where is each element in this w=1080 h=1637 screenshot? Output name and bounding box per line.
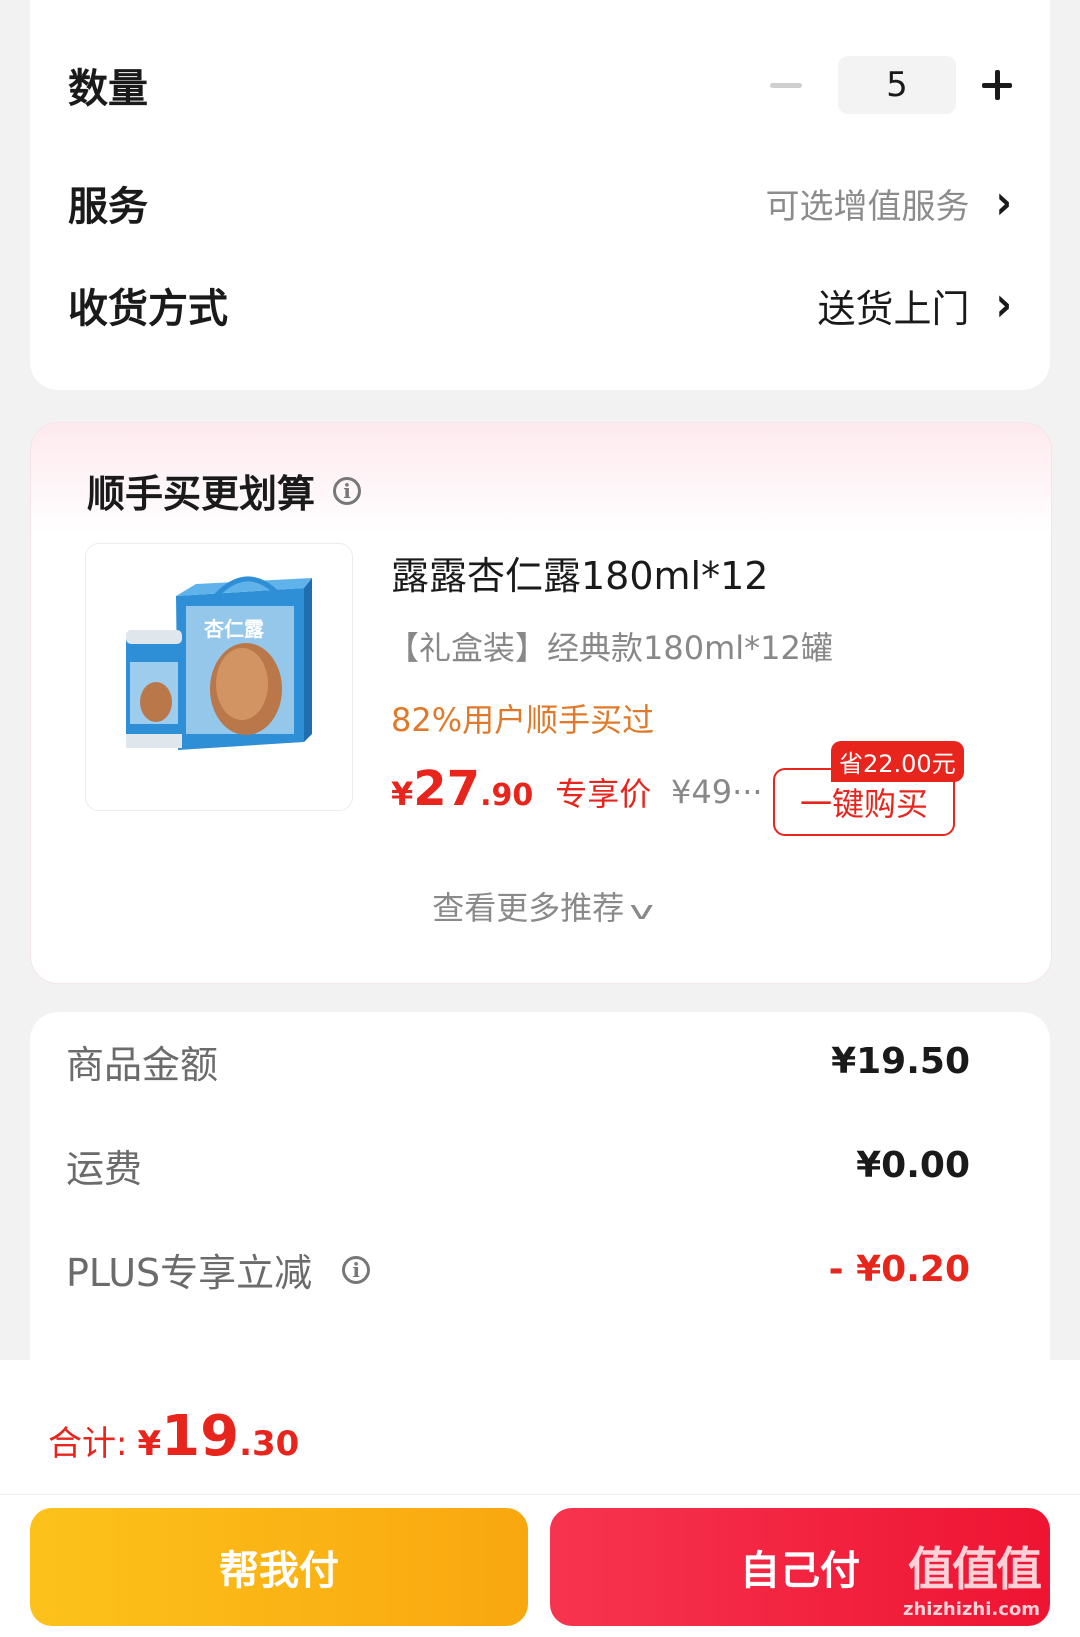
more-recommendations-label: 查看更多推荐 [432,889,625,927]
info-icon[interactable]: i [333,476,362,505]
watermark-url: zhizhizhi.com [902,1599,1040,1620]
shipping-value: ¥0.00 [856,1145,970,1186]
almond-drink-box-icon: 杏仁露 [126,576,312,750]
total-label: 合计: [48,1424,128,1464]
delivery-row[interactable]: 收货方式 送货上门 › [68,276,1012,334]
service-row[interactable]: 服务 可选增值服务 › [68,174,1012,232]
social-proof-text: 82%用户顺手买过 [391,701,655,739]
delivery-value: 送货上门 [817,286,970,331]
help-me-pay-button[interactable]: 帮我付 [30,1508,528,1626]
shipping-label: 运费 [66,1147,143,1191]
product-title[interactable]: 露露杏仁露180ml*12 [391,545,768,600]
watermark-logo: 值值值 [908,1542,1042,1596]
quantity-input[interactable]: 5 [838,56,956,114]
plus-discount-label: PLUS专享立减 [66,1251,313,1295]
price-integer: 27 [413,761,481,817]
quantity-label: 数量 [68,66,148,112]
product-price: ¥ 27 .90 专享价 [391,761,651,817]
pay-myself-button[interactable]: 自己付 值值值 zhizhizhi.com [550,1508,1050,1626]
chevron-right-icon: › [995,175,1012,231]
original-price: ¥49··· [671,773,763,811]
total-integer: 19 [161,1404,240,1469]
goods-amount-value: ¥19.50 [831,1041,970,1082]
chevron-down-icon: v [629,896,655,926]
divider [0,1494,1080,1495]
price-summary-card: 商品金额 ¥19.50 运费 ¥0.00 PLUS专享立减 i - ¥0.20 [30,1012,1050,1412]
increase-quantity-button[interactable] [982,70,1012,100]
delivery-label: 收货方式 [68,286,228,332]
chevron-right-icon: › [995,277,1012,333]
recommend-title: 顺手买更划算 i [87,463,362,518]
more-recommendations-link[interactable]: 查看更多推荐 v [31,883,1051,929]
plus-discount-value: - ¥0.20 [828,1249,970,1290]
exclusive-price-tag: 专享价 [555,775,652,813]
svg-text:杏仁露: 杏仁露 [203,617,265,641]
checkout-bar: 合计: ¥ 19 .30 帮我付 自己付 值值值 zhizhizhi.com [0,1360,1080,1637]
info-icon[interactable]: i [342,1255,371,1284]
order-total: 合计: ¥ 19 .30 [48,1404,299,1469]
price-decimal: .90 [480,778,534,813]
quantity-stepper: 5 [770,56,1012,114]
save-badge: 省22.00元 [831,741,964,782]
service-label: 服务 [68,184,148,230]
goods-amount-row: 商品金额 ¥19.50 [66,1034,970,1089]
watermark: 值值值 zhizhizhi.com [902,1533,1042,1620]
plus-discount-row: PLUS专享立减 i - ¥0.20 [66,1242,970,1297]
service-value: 可选增值服务 [765,186,970,227]
recommend-card: 顺手买更划算 i 杏仁露 露露杏仁露180ml*12 【礼盒装】经典款180ml… [30,422,1052,984]
quantity-row: 数量 5 [68,56,1012,114]
shipping-row: 运费 ¥0.00 [66,1138,970,1193]
total-symbol: ¥ [137,1424,162,1464]
price-symbol: ¥ [391,775,414,813]
decrease-quantity-button[interactable] [770,82,802,88]
total-decimal: .30 [239,1424,300,1464]
order-info-card: 数量 5 服务 可选增值服务 › 收货方式 送货上门 › [30,0,1050,390]
recommend-title-text: 顺手买更划算 [87,472,316,516]
product-subtitle: 【礼盒装】经典款180ml*12罐 [387,629,833,667]
product-image[interactable]: 杏仁露 [85,543,353,811]
pay-myself-label: 自己付 [740,1548,860,1594]
goods-amount-label: 商品金额 [66,1043,219,1087]
